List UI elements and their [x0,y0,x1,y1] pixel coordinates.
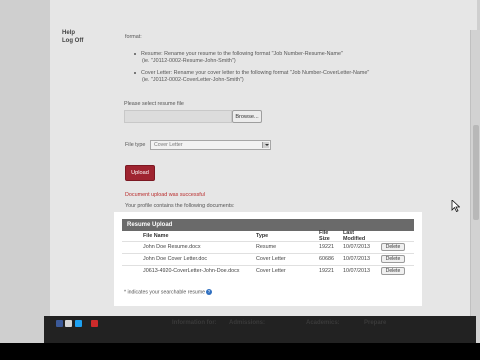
footer-heading-academics: Academics: [306,320,340,326]
browse-button[interactable]: Browse... [232,110,262,123]
last-modified-cell: 10/07/2013 [343,256,370,262]
instructions-intro: format: [125,34,142,40]
scrollbar-thumb[interactable] [473,125,479,220]
resume-upload-panel: Resume Upload File Name Type File Size L… [114,212,422,306]
type-cell: Cover Letter [256,268,286,274]
mouse-pointer-icon [451,200,460,212]
cover-letter-rule-text: Cover Letter: Rename your cover letter t… [141,70,370,76]
searchable-resume-note: * indicates your searchable resume? [124,289,213,296]
table-row: John Doe Cover Letter.doc Cover Letter 6… [122,253,414,264]
twitter-icon[interactable] [75,320,82,327]
file-name-cell: John Doe Resume.docx [143,244,201,250]
table-row: J0613-4920-CoverLetter-John-Doe.docx Cov… [122,265,414,276]
footnote-text: * indicates your searchable resume [124,289,206,296]
file-size-cell: 19221 [319,244,334,250]
last-modified-cell: 10/07/2013 [343,244,370,250]
resume-rule-example: (ie. "J0112-0002-Resume-John-Smith") [142,58,236,64]
footer-heading-admissions: Admissions: [229,320,266,326]
delete-button[interactable]: Delete [381,255,405,263]
type-cell: Resume [256,244,277,250]
delete-button[interactable]: Delete [381,267,405,275]
column-header-file-name: File Name [143,233,169,239]
youtube-icon[interactable] [91,320,98,327]
profile-documents-label: Your profile contains the following docu… [125,203,235,209]
footer-heading-prepare: Prepare [364,320,387,326]
last-modified-cell: 10/07/2013 [343,268,370,274]
footer-heading-information: Information for: [172,320,217,326]
file-type-selected-value: Cover Letter [154,142,183,148]
select-file-label: Please select resume file [124,101,184,107]
browser-viewport: Help Log Off format: Resume: Rename your… [0,0,480,343]
sidebar-item-log-off[interactable]: Log Off [62,38,83,44]
upload-success-message: Document upload was successful [125,192,206,198]
file-path-field[interactable] [124,110,232,123]
question-circle-icon[interactable]: ? [206,289,213,295]
chevron-down-icon[interactable] [262,142,269,148]
file-name-cell: J0613-4920-CoverLetter-John-Doe.docx [143,268,240,274]
file-size-cell: 19221 [319,268,334,274]
file-type-select[interactable]: Cover Letter [150,140,271,150]
table-row: John Doe Resume.docx Resume 19221 10/07/… [122,241,414,252]
site-footer: Information for: Admissions: Academics: … [44,316,476,343]
bullet-marker [134,53,136,55]
file-size-cell: 60686 [319,256,334,262]
file-name-cell: John Doe Cover Letter.doc [143,256,208,262]
cover-letter-rule-example: (ie. "J0112-0002-CoverLetter-John-Smith"… [142,77,244,83]
bullet-marker [134,72,136,74]
column-header-type: Type [256,233,269,239]
type-cell: Cover Letter [256,256,286,262]
flickr-icon[interactable] [65,320,72,327]
facebook-icon[interactable] [56,320,63,327]
resume-rule-text: Resume: Rename your resume to the follow… [141,51,343,57]
sidebar-item-help[interactable]: Help [62,30,75,36]
file-type-label: File type [125,142,146,148]
upload-button[interactable]: Upload [125,165,155,181]
delete-button[interactable]: Delete [381,243,405,251]
page-scrollbar[interactable] [470,30,480,343]
